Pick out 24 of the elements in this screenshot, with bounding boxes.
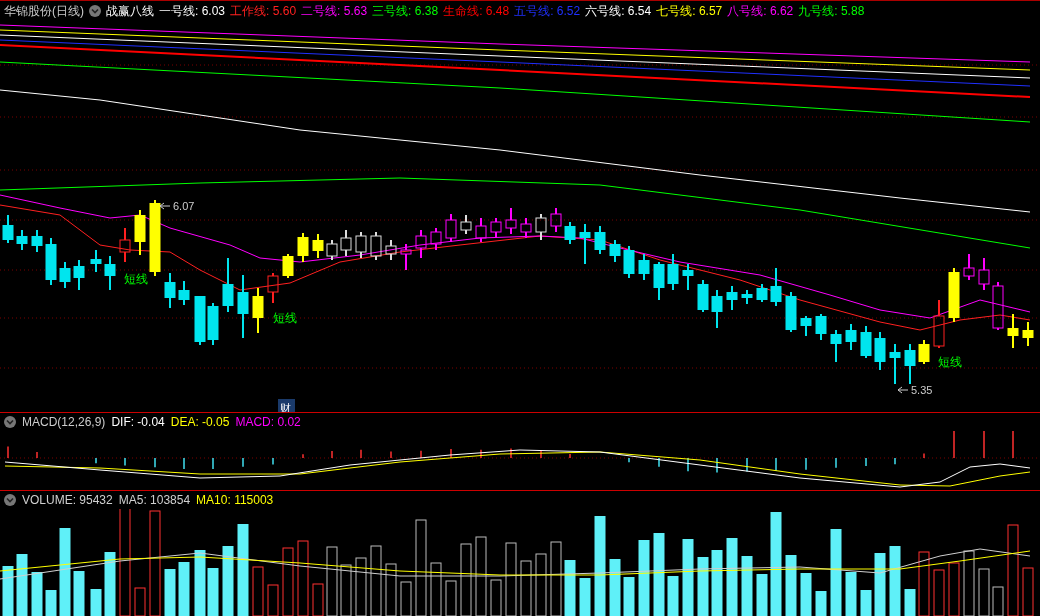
legend-value: 八号线: 6.62 <box>727 2 794 20</box>
price-label: 5.35 <box>911 384 933 396</box>
legend-value: 工作线: 5.60 <box>230 2 297 20</box>
price-label: 6.07 <box>173 200 195 212</box>
legend-value: MACD: 0.02 <box>235 415 301 429</box>
legend-value: VOLUME: 95432 <box>22 493 113 507</box>
legend-value: DIF: -0.04 <box>111 415 165 429</box>
legend-value: MA10: 115003 <box>196 493 274 507</box>
stock-title: 华锦股份(日线) <box>4 2 84 20</box>
legend-value: MA5: 103854 <box>118 493 191 507</box>
legend-value: 七号线: 6.57 <box>656 2 723 20</box>
legend-value: 三号线: 6.38 <box>372 2 439 20</box>
signal-label: 短线 <box>124 272 148 286</box>
legend-value: DEA: -0.05 <box>170 415 230 429</box>
signal-label: 短线 <box>273 311 297 325</box>
legend-value: 二号线: 5.63 <box>301 2 368 20</box>
indicator-name: MACD(12,26,9) <box>22 415 106 429</box>
signal-label: 短线 <box>938 355 962 369</box>
legend-value: 一号线: 6.03 <box>159 2 226 20</box>
legend-value: 九号线: 5.88 <box>798 2 865 20</box>
indicator-name: 战赢八线 <box>106 2 154 20</box>
legend-value: 生命线: 6.48 <box>443 2 510 20</box>
legend-value: 五号线: 6.52 <box>514 2 581 20</box>
legend-value: 六号线: 6.54 <box>585 2 652 20</box>
